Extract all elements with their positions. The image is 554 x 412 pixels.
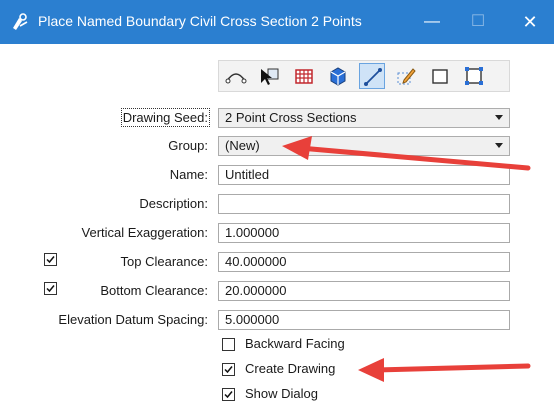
annotation-arrow-group: [282, 136, 531, 171]
annotation-arrow-create-drawing: [358, 358, 531, 382]
annotation-overlay: [282, 136, 531, 382]
